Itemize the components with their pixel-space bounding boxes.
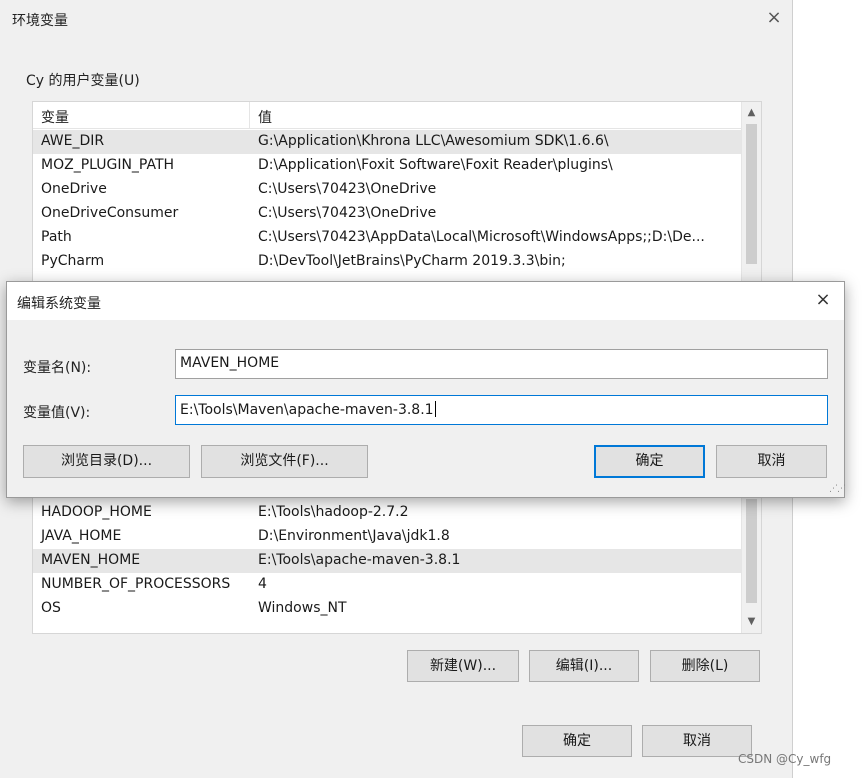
dialog-titlebar[interactable]: 编辑系统变量 × [7, 282, 844, 320]
variable-name: JAVA_HOME [41, 528, 122, 544]
list-item[interactable]: MOZ_PLUGIN_PATH D:\Application\Foxit Sof… [33, 154, 741, 178]
variable-value: E:\Tools\apache-maven-3.8.1 [258, 552, 461, 568]
system-variables-list[interactable]: HADOOP_HOME E:\Tools\hadoop-2.7.2 JAVA_H… [32, 494, 762, 634]
user-variables-group-label: Cy 的用户变量(U) [26, 73, 140, 89]
variable-name-label: 变量名(N): [23, 360, 92, 376]
variable-value: G:\Application\Khrona LLC\Awesomium SDK\… [258, 133, 609, 149]
close-icon[interactable]: × [813, 290, 833, 310]
variable-value: 4 [258, 576, 267, 592]
variable-name: AWE_DIR [41, 133, 105, 149]
new-variable-button[interactable]: 新建(W)... [407, 650, 519, 682]
column-header-value[interactable]: 值 [258, 107, 272, 127]
variable-value-text: E:\Tools\Maven\apache-maven-3.8.1 [180, 402, 434, 418]
scrollbar-thumb[interactable] [746, 499, 757, 603]
list-header: 变量 值 [33, 102, 741, 129]
browse-directory-button[interactable]: 浏览目录(D)... [23, 445, 190, 478]
list-item[interactable]: Path C:\Users\70423\AppData\Local\Micros… [33, 226, 741, 250]
list-item[interactable]: NUMBER_OF_PROCESSORS 4 [33, 573, 741, 597]
list-item[interactable]: PyCharm D:\DevTool\JetBrains\PyCharm 201… [33, 250, 741, 274]
window-title: 环境变量 [12, 13, 68, 29]
variable-value: Windows_NT [258, 600, 347, 616]
variable-name: PyCharm [41, 253, 105, 269]
vertical-scrollbar[interactable]: ▼ [741, 495, 761, 633]
vertical-scrollbar[interactable]: ▲ [741, 102, 761, 290]
user-variables-list[interactable]: 变量 值 AWE_DIR G:\Application\Khrona LLC\A… [32, 101, 762, 291]
dialog-cancel-button[interactable]: 取消 [716, 445, 827, 478]
variable-name: OneDrive [41, 181, 107, 197]
browse-file-button[interactable]: 浏览文件(F)... [201, 445, 368, 478]
variable-name: HADOOP_HOME [41, 504, 152, 520]
text-caret [434, 401, 436, 417]
delete-variable-button[interactable]: 删除(L) [650, 650, 760, 682]
variable-name-field[interactable]: MAVEN_HOME [175, 349, 828, 379]
watermark: CSDN @Cy_wfg [738, 752, 832, 766]
dialog-ok-button[interactable]: 确定 [594, 445, 705, 478]
edit-variable-button[interactable]: 编辑(I)... [529, 650, 639, 682]
edit-system-variable-dialog: 编辑系统变量 × 变量名(N): MAVEN_HOME 变量值(V): E:\T… [6, 281, 846, 498]
list-item[interactable]: OneDriveConsumer C:\Users\70423\OneDrive [33, 202, 741, 226]
close-icon[interactable]: × [764, 8, 784, 28]
variable-name: MOZ_PLUGIN_PATH [41, 157, 175, 173]
list-item[interactable]: AWE_DIR G:\Application\Khrona LLC\Awesom… [33, 130, 741, 154]
env-ok-button[interactable]: 确定 [522, 725, 632, 757]
list-item[interactable]: HADOOP_HOME E:\Tools\hadoop-2.7.2 [33, 501, 741, 525]
variable-value: D:\Application\Foxit Software\Foxit Read… [258, 157, 613, 173]
env-cancel-button[interactable]: 取消 [642, 725, 752, 757]
variable-value: C:\Users\70423\AppData\Local\Microsoft\W… [258, 229, 705, 245]
column-header-name[interactable]: 变量 [41, 107, 69, 127]
variable-value: C:\Users\70423\OneDrive [258, 205, 437, 221]
variable-value: E:\Tools\hadoop-2.7.2 [258, 504, 409, 520]
list-item[interactable]: JAVA_HOME D:\Environment\Java\jdk1.8 [33, 525, 741, 549]
variable-value: D:\DevTool\JetBrains\PyCharm 2019.3.3\bi… [258, 253, 566, 269]
variable-value-field[interactable]: E:\Tools\Maven\apache-maven-3.8.1 [175, 395, 828, 425]
list-item[interactable]: OS Windows_NT [33, 597, 741, 621]
variable-name: NUMBER_OF_PROCESSORS [41, 576, 231, 592]
variable-name: Path [41, 229, 72, 245]
scroll-up-arrow-icon[interactable]: ▲ [742, 104, 761, 122]
dialog-title: 编辑系统变量 [17, 296, 101, 312]
variable-name: OS [41, 600, 61, 616]
variable-name: MAVEN_HOME [41, 552, 141, 568]
list-item[interactable]: OneDrive C:\Users\70423\OneDrive [33, 178, 741, 202]
variable-value: D:\Environment\Java\jdk1.8 [258, 528, 450, 544]
scrollbar-thumb[interactable] [746, 124, 757, 264]
resize-grip-icon[interactable]: ⋰⋰ [829, 484, 846, 494]
list-item[interactable]: MAVEN_HOME E:\Tools\apache-maven-3.8.1 [33, 549, 741, 573]
variable-value: C:\Users\70423\OneDrive [258, 181, 437, 197]
variable-name: OneDriveConsumer [41, 205, 179, 221]
variable-value-label: 变量值(V): [23, 405, 91, 421]
scroll-down-arrow-icon[interactable]: ▼ [742, 613, 761, 631]
